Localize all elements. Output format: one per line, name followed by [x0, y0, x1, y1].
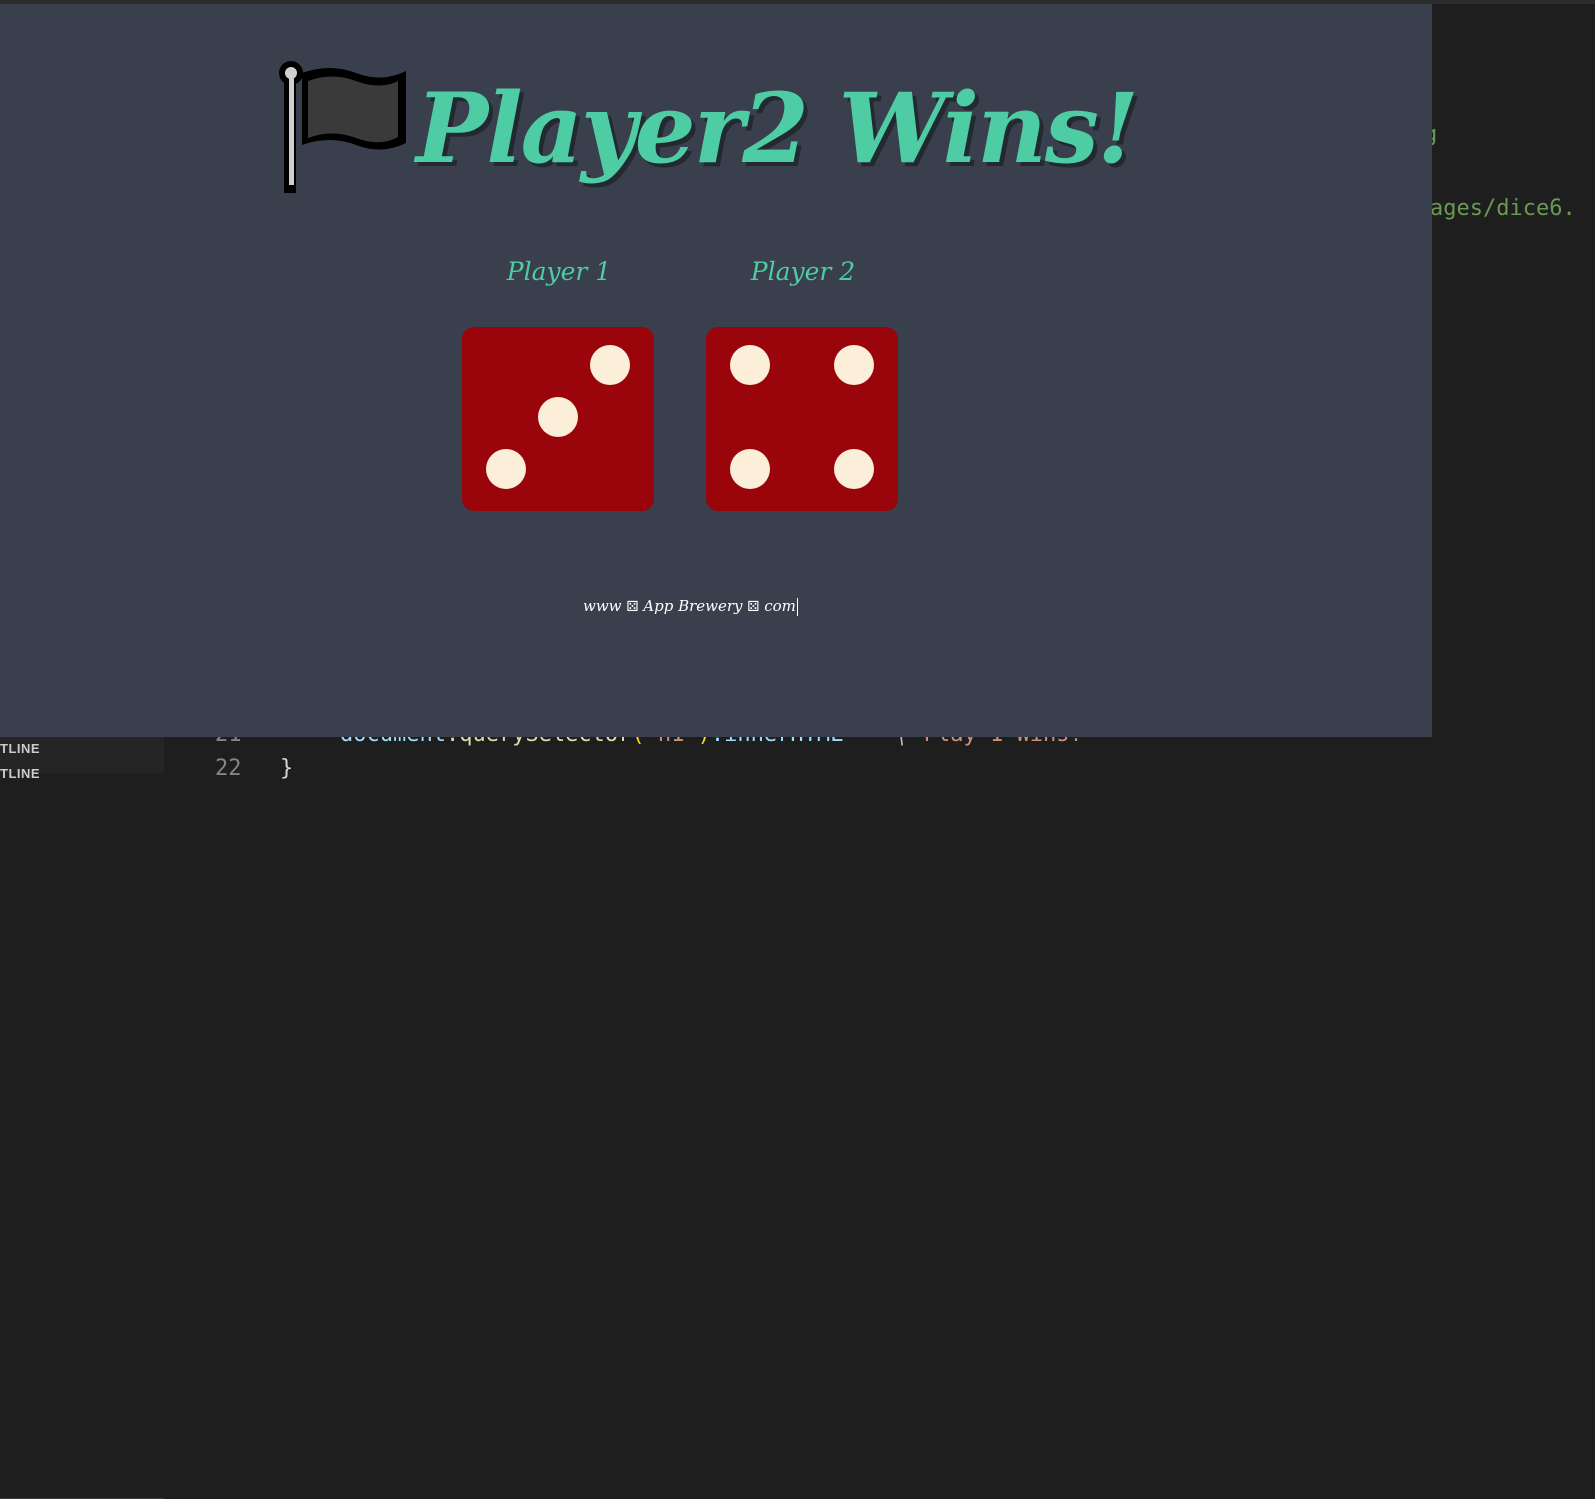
code-fragment: ages/dice6.	[1430, 196, 1576, 221]
footer-text: com	[764, 597, 796, 615]
player-1-label: Player 1	[506, 257, 612, 286]
die-pip	[538, 397, 578, 437]
outline-panel[interactable]: TLINE TLINE	[0, 736, 164, 1499]
black-flag-icon	[279, 61, 406, 193]
footer: www ⚄ App Brewery ⚄ com	[583, 597, 798, 616]
footer-text: www	[583, 597, 622, 615]
dice-icon: ⚄	[747, 599, 760, 615]
die-pip	[486, 449, 526, 489]
player-2-dice-block: Player 2	[706, 252, 900, 511]
text-caret	[796, 598, 798, 616]
die-pip	[730, 449, 770, 489]
player-2-label: Player 2	[750, 257, 856, 286]
player-2-die	[706, 327, 898, 511]
page-title: Player2 Wins!	[416, 72, 1139, 185]
player-1-die	[462, 327, 654, 511]
die-pip	[834, 449, 874, 489]
line-number: 22	[215, 756, 242, 781]
player-1-dice-block: Player 1	[462, 252, 656, 511]
die-pip	[834, 345, 874, 385]
die-pip	[730, 345, 770, 385]
outline-label[interactable]: TLINE	[0, 741, 40, 756]
dice-icon: ⚄	[626, 599, 639, 615]
page-heading: Player2 Wins!	[278, 54, 1139, 204]
outline-label[interactable]: TLINE	[0, 766, 40, 781]
code-brace: }	[280, 756, 294, 781]
die-pip	[590, 345, 630, 385]
browser-page[interactable]: Player2 Wins! Player 1 Player 2 www ⚄ Ap…	[0, 4, 1432, 737]
footer-text: App Brewery	[643, 597, 743, 615]
